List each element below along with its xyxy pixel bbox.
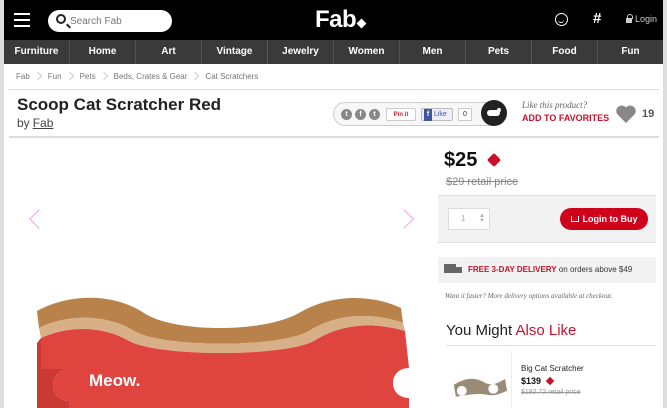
- lock-icon: [626, 14, 633, 23]
- fab-logo[interactable]: Fab: [315, 6, 367, 34]
- quantity-value: 1: [461, 214, 466, 223]
- favorites-count: 19: [642, 108, 655, 120]
- page: Fab # Login Furniture Home Art Vintage J…: [0, 0, 667, 408]
- logo-text: Fab: [315, 6, 357, 33]
- nav-item-vintage[interactable]: Vintage: [202, 40, 268, 64]
- product-title: Scoop Cat Scratcher Red: [17, 95, 222, 114]
- product-header: Scoop Cat Scratcher Red by Fab t f t Pin …: [9, 89, 659, 138]
- brand-link[interactable]: Fab: [33, 116, 54, 130]
- nav-item-home[interactable]: Home: [70, 40, 136, 64]
- delivery-rest: on orders above $49: [556, 265, 633, 274]
- twitter-icon[interactable]: t: [341, 109, 352, 120]
- nav-item-jewelry[interactable]: Jewelry: [268, 40, 334, 64]
- logo-dot-icon: [356, 18, 367, 29]
- nav-item-men[interactable]: Men: [400, 40, 466, 64]
- breadcrumb-item[interactable]: Beds, Crates & Gear: [105, 72, 197, 81]
- hash-icon[interactable]: #: [593, 10, 601, 27]
- by-label: by: [17, 116, 30, 130]
- image-brand-text: Meow.: [89, 371, 141, 390]
- facebook-f-icon: f: [424, 109, 432, 121]
- recommendations-heading: You Might Also Like: [446, 322, 576, 339]
- nav-item-fun[interactable]: Fun: [598, 40, 663, 64]
- delivery-banner: FREE 3-DAY DELIVERY on orders above $49: [438, 257, 656, 283]
- recommendation-thumbnail[interactable]: [446, 351, 512, 408]
- byline: by Fab: [17, 116, 53, 130]
- hamburger-menu-icon[interactable]: [14, 13, 30, 27]
- share-bar: t f t Pin it f Like 0: [333, 102, 503, 126]
- pinit-button[interactable]: Pin it: [386, 108, 416, 121]
- recommendation-retail-price: $192.72 retail price: [521, 389, 581, 396]
- search-input[interactable]: [70, 13, 166, 29]
- cat-icon[interactable]: [481, 100, 507, 126]
- top-bar: Fab # Login: [4, 0, 663, 40]
- like-question: Like this product?: [522, 100, 588, 110]
- breadcrumb-item[interactable]: Fun: [39, 72, 71, 81]
- recommendation-price: $139: [521, 376, 542, 386]
- fb-like-label: Like: [433, 111, 447, 118]
- add-to-favorites-link[interactable]: ADD TO FAVORITES: [522, 113, 609, 123]
- price-tag-icon: [486, 152, 502, 168]
- delivery-text: FREE 3-DAY DELIVERY on orders above $49: [468, 257, 632, 283]
- delivery-highlight: FREE 3-DAY DELIVERY: [468, 265, 557, 274]
- login-to-buy-button[interactable]: Login to Buy: [560, 208, 648, 230]
- nav-item-art[interactable]: Art: [136, 40, 202, 64]
- recommendation-name[interactable]: Big Cat Scratcher: [521, 364, 584, 373]
- nav-item-furniture[interactable]: Furniture: [4, 40, 70, 64]
- price: $25: [444, 149, 478, 171]
- recommendation-tag-icon: [545, 376, 555, 386]
- breadcrumb: Fab Fun Pets Beds, Crates & Gear Cat Scr…: [14, 72, 267, 81]
- facebook-like-button[interactable]: f Like: [421, 108, 453, 121]
- login-link[interactable]: Login: [626, 14, 657, 24]
- cart-icon: [570, 216, 579, 222]
- product-image[interactable]: Meow.: [9, 143, 427, 408]
- truck-icon: [444, 264, 462, 275]
- quantity-select[interactable]: 1 ▲ ▼: [448, 208, 490, 230]
- fb-like-count: 0: [458, 108, 472, 121]
- nav-item-food[interactable]: Food: [532, 40, 598, 64]
- smiley-icon[interactable]: [555, 13, 568, 26]
- breadcrumb-item[interactable]: Cat Scratchers: [196, 72, 267, 81]
- buy-box: 1 ▲ ▼ Login to Buy: [438, 195, 656, 243]
- delivery-options-note: Want it faster? More delivery options av…: [445, 292, 613, 300]
- heading-part-b: Also Like: [515, 322, 577, 339]
- facebook-icon[interactable]: f: [355, 109, 366, 120]
- cat-scratcher-image: [37, 297, 409, 408]
- buy-label: Login to Buy: [582, 214, 638, 224]
- heart-icon[interactable]: [615, 104, 637, 124]
- breadcrumb-item[interactable]: Fab: [14, 72, 39, 81]
- login-label: Login: [635, 14, 658, 24]
- breadcrumb-item[interactable]: Pets: [71, 72, 105, 81]
- retail-price: $29 retail price: [446, 176, 519, 188]
- search-icon: [56, 14, 66, 24]
- nav-item-pets[interactable]: Pets: [466, 40, 532, 64]
- tumblr-icon[interactable]: t: [369, 109, 380, 120]
- nav-item-women[interactable]: Women: [334, 40, 400, 64]
- recommendation-item[interactable]: Big Cat Scratcher $139 $192.72 retail pr…: [446, 345, 656, 408]
- heading-part-a: You Might: [446, 322, 516, 339]
- search-box[interactable]: [48, 10, 172, 32]
- category-nav: Furniture Home Art Vintage Jewelry Women…: [4, 40, 663, 64]
- stepper-icon: ▲ ▼: [479, 213, 485, 224]
